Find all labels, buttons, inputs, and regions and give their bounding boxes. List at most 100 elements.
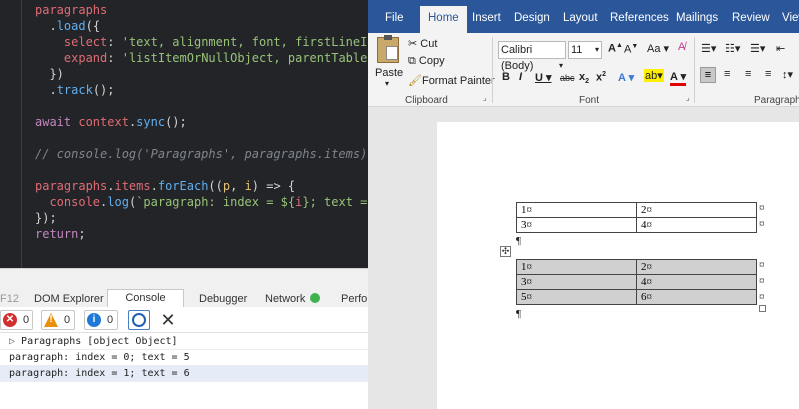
code-token: load [56,19,86,33]
warnings-count: 0 [64,314,71,326]
tab-file[interactable]: File [385,12,404,24]
tab-performance[interactable]: Perfor [341,291,371,307]
table-cell[interactable]: 6¤ [636,289,757,305]
warning-icon: ! [44,313,58,327]
table-resize-handle-icon[interactable] [759,305,766,312]
tab-f12[interactable]: F12 [0,291,19,307]
table-cell[interactable]: 2¤ [636,202,757,218]
tab-console[interactable]: Console [107,289,184,308]
grow-font-icon[interactable]: A▲ [608,42,623,55]
code-line: }) [35,66,64,82]
justify-icon[interactable]: ≡ [765,68,771,80]
ribbon-separator [694,37,695,103]
tab-home[interactable]: Home [420,6,467,33]
table-cell[interactable]: 5¤ [516,289,637,305]
code-token: track [56,83,93,97]
table-cell[interactable]: 3¤ [516,274,637,290]
code-token: . [150,179,158,193]
superscript-icon[interactable]: x2 [596,71,606,84]
tab-references[interactable]: References [610,12,669,24]
numbering-icon[interactable]: ☷▾ [725,42,740,55]
table-2-selected[interactable]: 1¤ 2¤ 3¤ 4¤ 5¤ 6¤ [516,259,757,305]
change-case-icon[interactable]: Aa ▾ [647,42,669,55]
document-area: 1¤ 2¤ 3¤ 4¤ ¤ ¤ ¶ ✣ 1¤ 2¤ 3¤ 4¤ 5¤ 6¤ ¤ ¤ ¤ ¶ [368,107,799,409]
strikethrough-icon[interactable]: abc [560,73,575,83]
highlight-color-icon[interactable]: ab▾ [644,69,664,82]
paste-icon [377,35,399,63]
align-right-icon[interactable]: ≡ [745,68,751,80]
table-cell[interactable]: 2¤ [636,259,757,275]
text-effects-icon[interactable]: A ▾ [618,71,634,84]
font-launcher-icon[interactable]: ⌟ [686,93,690,102]
errors-count: 0 [23,314,30,326]
row-end-mark: ¤ [759,275,765,287]
table-1[interactable]: 1¤ 2¤ 3¤ 4¤ [516,202,757,233]
document-page[interactable]: 1¤ 2¤ 3¤ 4¤ ¤ ¤ ¶ ✣ 1¤ 2¤ 3¤ 4¤ 5¤ 6¤ ¤ ¤ ¤ ¶ [437,122,799,409]
table-cell[interactable]: 1¤ [516,259,637,275]
clipboard-launcher-icon[interactable]: ⌟ [483,93,487,102]
info-icon: i [87,313,101,327]
code-token: expand [63,51,108,65]
decrease-indent-icon[interactable]: ⇤ [776,42,785,55]
table-cell[interactable]: 4¤ [636,274,757,290]
copy-button[interactable]: ⧉ Copy [408,55,445,68]
code-token: // console.log('Paragraphs', paragraphs.… [35,147,368,161]
code-token: context [78,115,129,129]
tab-insert[interactable]: Insert [472,12,501,24]
devtools-tab-bar: F12 DOM Explorer Console Debugger Networ… [0,269,371,308]
tab-design[interactable]: Design [514,12,550,24]
code-editor[interactable]: paragraphs .load({ select: 'text, alignm… [0,0,368,268]
table-move-handle-icon[interactable]: ✣ [500,246,511,257]
clear-console-icon[interactable]: ✕ [158,310,178,330]
align-center-icon[interactable]: ≡ [724,68,730,80]
table-cell[interactable]: 4¤ [636,217,757,233]
scissors-icon: ✂ [408,38,418,50]
clear-on-navigate-button[interactable] [128,310,150,330]
paragraph-mark: ¶ [516,308,521,320]
code-token: return [35,227,79,241]
info-filter-button[interactable]: i 0 [84,310,118,330]
italic-icon[interactable]: I [519,71,522,83]
code-line: select: 'text, alignment, font, firstLin… [35,34,368,50]
table-cell[interactable]: 1¤ [516,202,637,218]
bullets-icon[interactable]: ☰▾ [701,42,716,55]
subscript-icon[interactable]: x2 [579,71,589,85]
errors-filter-button[interactable]: ✕ 0 [0,310,33,330]
shrink-font-icon[interactable]: A▼ [624,43,638,56]
tab-network[interactable]: Network [265,291,321,307]
font-name-dropdown[interactable]: Calibri (Body) ▾ [498,41,566,72]
tab-layout[interactable]: Layout [563,12,598,24]
warnings-filter-button[interactable]: ! 0 [41,310,75,330]
format-painter-button[interactable]: 🖌Format Painter [408,74,495,87]
code-token: (( [208,179,223,193]
code-token: : [107,35,122,49]
line-spacing-icon[interactable]: ↕▾ [782,68,793,81]
row-end-mark: ¤ [759,218,765,230]
paste-button[interactable]: Paste ▾ [373,35,403,91]
cut-button[interactable]: ✂ Cut [408,37,437,50]
tab-review[interactable]: Review [732,12,770,24]
record-icon [310,293,321,303]
tab-dom-explorer[interactable]: DOM Explorer [34,291,104,307]
font-size-dropdown[interactable]: 11 ▾ [568,41,602,59]
clear-formatting-icon[interactable]: A̸ [678,41,685,53]
code-token: }) [35,67,64,81]
table-cell[interactable]: 3¤ [516,217,637,233]
underline-icon[interactable]: U ▾ [535,71,552,84]
font-color-icon[interactable]: A ▾ [670,71,687,86]
console-line[interactable]: ▷ Paragraphs [object Object] [0,334,368,350]
multilevel-list-icon[interactable]: ☰▾ [750,42,765,55]
tab-network-label: Network [265,293,306,305]
brush-icon: 🖌 [408,75,422,87]
code-line: // console.log('Paragraphs', paragraphs.… [35,146,368,162]
bold-icon[interactable]: B [502,71,510,83]
copy-icon: ⧉ [408,55,416,67]
font-size-value: 11 [571,44,583,56]
tab-mailings[interactable]: Mailings [676,12,718,24]
tab-view[interactable]: View [782,12,799,24]
code-line: paragraphs [35,2,107,18]
align-left-icon[interactable]: ≡ [700,67,716,83]
tab-debugger[interactable]: Debugger [199,291,247,307]
